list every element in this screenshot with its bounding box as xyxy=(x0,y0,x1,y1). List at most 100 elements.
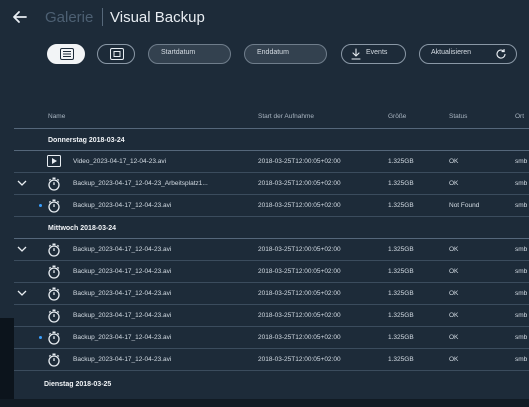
thumbnail-view-toggle[interactable] xyxy=(97,44,135,64)
row-start: 2018-03-25T12:00:05+02:00 xyxy=(258,334,341,341)
table-row[interactable]: Backup_2023-04-17_12-04-23.avi 2018-03-2… xyxy=(0,239,529,261)
row-start: 2018-03-25T12:00:05+02:00 xyxy=(258,202,341,209)
column-header-status[interactable]: Status xyxy=(449,113,467,120)
table-row[interactable]: Backup_2023-04-17_12-04-23.avi 2018-03-2… xyxy=(0,327,529,349)
table-row[interactable]: Backup_2023-04-17_12-04-23.avi 2018-03-2… xyxy=(0,283,529,305)
row-divider xyxy=(14,370,529,371)
row-name: Backup_2023-04-17_12-04-23.avi xyxy=(73,290,172,297)
list-view-toggle[interactable] xyxy=(47,44,85,64)
row-start: 2018-03-25T12:00:05+02:00 xyxy=(258,180,341,187)
row-size: 1.325GB xyxy=(388,356,414,363)
header-divider xyxy=(14,128,529,129)
end-date-label: Enddatum xyxy=(257,49,289,56)
row-start: 2018-03-25T12:00:05+02:00 xyxy=(258,356,341,363)
row-size: 1.325GB xyxy=(388,158,414,165)
row-name: Backup_2023-04-17_12-04-23.avi xyxy=(73,356,172,363)
bottom-edge xyxy=(0,399,529,407)
row-name: Backup_2023-04-17_12-04-23_Arbeitsplatz1… xyxy=(73,180,208,187)
table-row[interactable]: Backup_2023-04-17_12-04-23.avi 2018-03-2… xyxy=(0,195,529,217)
row-status: OK xyxy=(449,246,459,253)
row-name: Backup_2023-04-17_12-04-23.avi xyxy=(73,268,172,275)
backup-timer-icon xyxy=(48,287,60,301)
row-size: 1.325GB xyxy=(388,180,414,187)
row-start: 2018-03-25T12:00:05+02:00 xyxy=(258,312,341,319)
group-header: Mittwoch 2018-03-24 xyxy=(48,225,117,232)
row-ort: smb xyxy=(515,180,528,187)
row-status: OK xyxy=(449,312,459,319)
backup-timer-icon xyxy=(48,309,60,323)
row-status: OK xyxy=(449,290,459,297)
row-size: 1.325GB xyxy=(388,290,414,297)
end-date-field[interactable]: Enddatum xyxy=(244,44,327,64)
row-ort: smb xyxy=(515,268,528,275)
row-name: Backup_2023-04-17_12-04-23.avi xyxy=(73,334,172,341)
row-ort: smb xyxy=(515,158,528,165)
events-button[interactable]: Events xyxy=(341,44,406,64)
backdrop-edge xyxy=(0,318,14,407)
row-status: OK xyxy=(449,180,459,187)
table-row[interactable]: Backup_2023-04-17_12-04-23.avi 2018-03-2… xyxy=(0,261,529,283)
row-status: OK xyxy=(449,158,459,165)
row-name: Backup_2023-04-17_12-04-23.avi xyxy=(73,312,172,319)
row-status: OK xyxy=(449,356,459,363)
row-divider xyxy=(14,216,529,217)
group-header: Donnerstag 2018-03-24 xyxy=(48,137,125,144)
row-ort: smb xyxy=(515,290,528,297)
row-status: OK xyxy=(449,268,459,275)
selection-dot xyxy=(39,204,42,207)
row-start: 2018-03-25T12:00:05+02:00 xyxy=(258,246,341,253)
row-start: 2018-03-25T12:00:05+02:00 xyxy=(258,290,341,297)
refresh-button[interactable]: Aktualisieren xyxy=(419,44,517,64)
events-label: Events xyxy=(366,49,388,56)
chevron-down-icon[interactable] xyxy=(17,290,27,297)
start-date-field[interactable]: Startdatum xyxy=(148,44,231,64)
column-header-size[interactable]: Größe xyxy=(388,113,406,120)
row-size: 1.325GB xyxy=(388,268,414,275)
table-row[interactable]: Backup_2023-04-17_12-04-23.avi 2018-03-2… xyxy=(0,349,529,371)
row-name: Backup_2023-04-17_12-04-23.avi xyxy=(73,246,172,253)
start-date-label: Startdatum xyxy=(161,49,196,56)
row-size: 1.325GB xyxy=(388,246,414,253)
row-status: Not Found xyxy=(449,202,480,209)
table-row[interactable]: Backup_2023-04-17_12-04-23_Arbeitsplatz1… xyxy=(0,173,529,195)
table-row[interactable]: Backup_2023-04-17_12-04-23.avi 2018-03-2… xyxy=(0,305,529,327)
column-header-name[interactable]: Name xyxy=(48,113,65,120)
backup-timer-icon xyxy=(48,331,60,345)
column-header-ort[interactable]: Ort xyxy=(515,113,524,120)
row-ort: smb xyxy=(515,334,528,341)
visual-backup-window: Galerie Visual Backup Startdatum Enddatu… xyxy=(0,0,529,407)
refresh-label: Aktualisieren xyxy=(431,49,472,56)
list-view-icon xyxy=(60,48,74,60)
thumbnail-view-icon xyxy=(110,48,124,60)
backup-timer-icon xyxy=(48,177,60,191)
refresh-icon xyxy=(496,48,506,59)
backup-timer-icon xyxy=(48,353,60,367)
page-title: Visual Backup xyxy=(110,9,205,26)
row-size: 1.325GB xyxy=(388,312,414,319)
row-ort: smb xyxy=(515,356,528,363)
backup-timer-icon xyxy=(48,199,60,213)
table-row[interactable]: Video_2023-04-17_12-04-23.avi 2018-03-25… xyxy=(0,151,529,173)
backup-timer-icon xyxy=(48,243,60,257)
row-ort: smb xyxy=(515,312,528,319)
group-header: Dienstag 2018-03-25 xyxy=(44,381,112,388)
download-icon xyxy=(351,48,361,60)
selection-dot xyxy=(39,336,42,339)
chevron-down-icon[interactable] xyxy=(17,246,27,253)
backup-timer-icon xyxy=(48,265,60,279)
video-file-icon xyxy=(47,155,61,167)
row-size: 1.325GB xyxy=(388,202,414,209)
row-ort: smb xyxy=(515,202,528,209)
breadcrumb-galerie[interactable]: Galerie xyxy=(45,9,93,26)
row-ort: smb xyxy=(515,246,528,253)
back-arrow-icon[interactable] xyxy=(10,7,30,27)
row-start: 2018-03-25T12:00:05+02:00 xyxy=(258,268,341,275)
chevron-down-icon[interactable] xyxy=(17,180,27,187)
column-header-start[interactable]: Start der Aufnahme xyxy=(258,113,314,120)
row-status: OK xyxy=(449,334,459,341)
row-name: Backup_2023-04-17_12-04-23.avi xyxy=(73,202,172,209)
breadcrumb-divider xyxy=(102,8,103,26)
row-name: Video_2023-04-17_12-04-23.avi xyxy=(73,158,167,165)
row-start: 2018-03-25T12:00:05+02:00 xyxy=(258,158,341,165)
row-size: 1.325GB xyxy=(388,334,414,341)
